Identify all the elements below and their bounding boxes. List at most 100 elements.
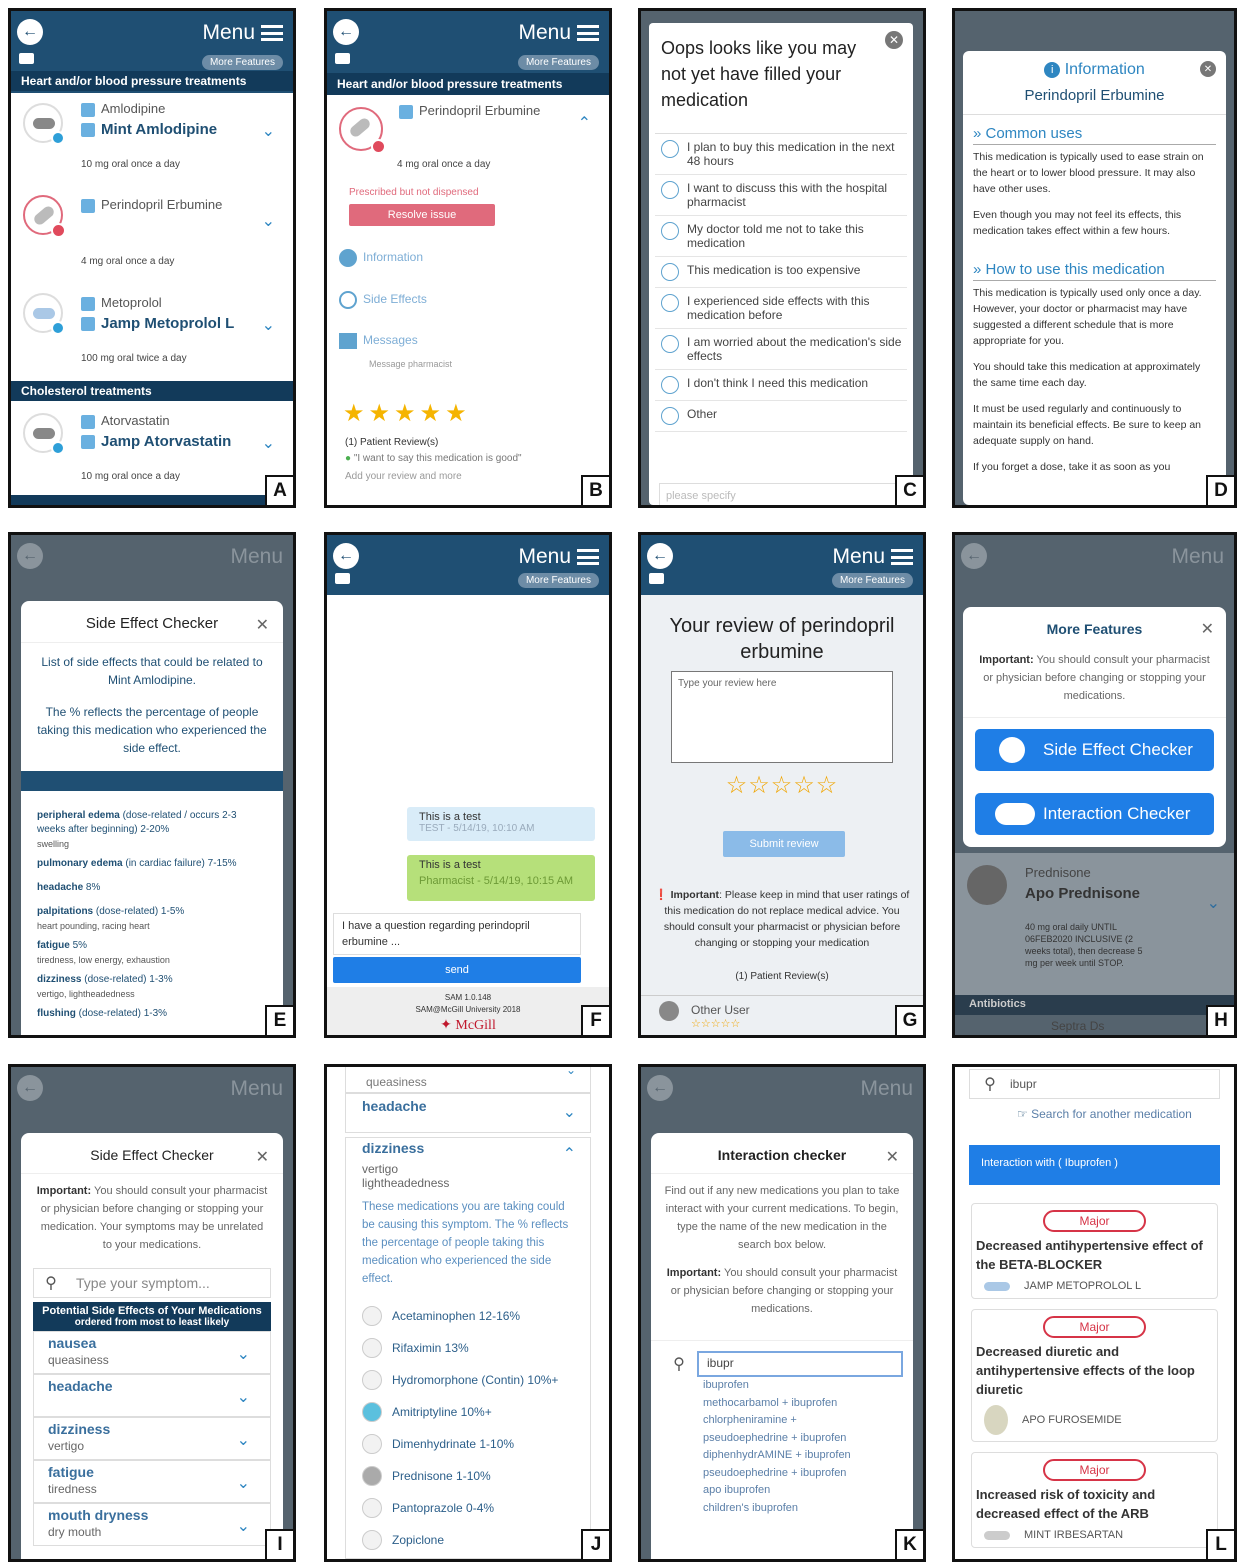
paragraph: Even though you may not feel its effects… bbox=[973, 209, 1182, 237]
interaction-list: Major Decreased antihypertensive effect … bbox=[971, 1203, 1218, 1558]
close-icon[interactable]: ✕ bbox=[1200, 61, 1216, 77]
panel-label: E bbox=[265, 1005, 293, 1035]
chevron-down-icon[interactable]: ⌄ bbox=[262, 433, 275, 453]
close-icon[interactable]: ✕ bbox=[886, 1147, 899, 1167]
close-icon[interactable]: ✕ bbox=[885, 31, 903, 49]
menu-button[interactable]: Menu bbox=[230, 545, 283, 569]
med-item[interactable]: Perindopril Erbumine bbox=[81, 197, 222, 213]
suggestion-item[interactable]: chlorpheniramine + pseudoephedrine + ibu… bbox=[697, 1412, 867, 1447]
close-icon[interactable]: ✕ bbox=[256, 1147, 269, 1167]
information-link[interactable]: Information bbox=[339, 249, 423, 267]
suggestion-item[interactable]: children's ibuprofen bbox=[697, 1500, 903, 1518]
modal-title: More Features bbox=[1046, 621, 1143, 637]
chevron-up-icon[interactable]: ⌃ bbox=[563, 1144, 576, 1164]
side-effect-row[interactable]: headache ⌄ bbox=[33, 1374, 271, 1417]
back-button[interactable]: ← bbox=[17, 1075, 43, 1101]
drug-name: MINT IRBESARTAN bbox=[1024, 1529, 1124, 1541]
review-textarea[interactable]: Type your review here bbox=[671, 671, 893, 763]
menu-button[interactable]: Menu bbox=[518, 21, 599, 45]
more-features-button[interactable]: More Features bbox=[517, 573, 599, 588]
suggestion-item[interactable]: pseudoephedrine + ibuprofen bbox=[697, 1465, 903, 1483]
more-features-button[interactable]: More Features bbox=[517, 55, 599, 70]
message-bubble: This is a test Pharmacist - 5/14/19, 10:1… bbox=[407, 855, 595, 901]
search-icon: ⚲ bbox=[673, 1356, 685, 1373]
chat-icon[interactable] bbox=[649, 573, 664, 584]
chevron-up-icon[interactable]: ⌃ bbox=[578, 113, 591, 133]
side-effect-checker-button[interactable]: Side Effect Checker bbox=[975, 729, 1214, 771]
radio-option[interactable]: Other bbox=[655, 401, 907, 432]
back-button[interactable]: ← bbox=[17, 543, 43, 569]
back-button[interactable]: ← bbox=[17, 19, 43, 45]
side-effects-link[interactable]: Side Effects bbox=[339, 291, 427, 309]
menu-button[interactable]: Menu bbox=[832, 545, 913, 569]
other-specify-input[interactable]: please specify bbox=[659, 483, 903, 505]
radio-option[interactable]: I want to discuss this with the hospital… bbox=[655, 175, 907, 216]
interaction-checker-button[interactable]: Interaction Checker bbox=[975, 793, 1214, 835]
side-effect-row[interactable]: fatigue tiredness ⌄ bbox=[33, 1460, 271, 1503]
messages-link[interactable]: Messages bbox=[339, 333, 418, 349]
search-input[interactable]: ibupr bbox=[1010, 1077, 1037, 1091]
synonym: vertigo bbox=[362, 1162, 399, 1176]
explanation: These medications you are taking could b… bbox=[362, 1201, 569, 1285]
menu-button[interactable]: Menu bbox=[202, 21, 283, 45]
chevron-down-icon[interactable]: ⌄ bbox=[262, 211, 275, 231]
med-item[interactable]: Atorvastatin Jamp Atorvastatin bbox=[81, 413, 231, 450]
resolve-issue-button[interactable]: Resolve issue bbox=[349, 204, 495, 226]
search-input[interactable]: ibupr bbox=[697, 1351, 903, 1377]
menu-button[interactable]: Menu bbox=[1171, 545, 1224, 569]
side-effect-row[interactable]: queasiness ⌄ bbox=[345, 1067, 591, 1093]
suggestion-item[interactable]: ibuprofen bbox=[697, 1377, 903, 1395]
chevron-down-icon[interactable]: ⌄ bbox=[1207, 893, 1220, 913]
severity-badge: Major bbox=[1043, 1210, 1146, 1232]
pill-icon bbox=[23, 103, 65, 145]
radio-option[interactable]: I don't think I need this medication bbox=[655, 370, 907, 401]
search-another-link[interactable]: ☞ Search for another medication bbox=[1017, 1107, 1192, 1121]
radio-option[interactable]: I experienced side effects with this med… bbox=[655, 288, 907, 329]
more-features-button[interactable]: More Features bbox=[201, 55, 283, 70]
back-button[interactable]: ← bbox=[647, 1075, 673, 1101]
suggestion-item[interactable]: methocarbamol + ibuprofen bbox=[697, 1395, 903, 1413]
app-header: ← Menu bbox=[955, 535, 1234, 595]
suggestion-item[interactable]: diphenhydrAMINE + ibuprofen bbox=[697, 1447, 903, 1465]
radio-option[interactable]: My doctor told me not to take this medic… bbox=[655, 216, 907, 257]
add-review-link[interactable]: Add your review and more bbox=[345, 471, 462, 482]
symptom-search[interactable]: ⚲ Type your symptom... bbox=[33, 1268, 271, 1298]
messages-label: Messages bbox=[363, 333, 418, 348]
pill-icon bbox=[23, 413, 65, 455]
radio-option[interactable]: I am worried about the medication's side… bbox=[655, 329, 907, 370]
submit-review-button[interactable]: Submit review bbox=[723, 831, 845, 857]
message-input[interactable]: I have a question regarding perindopril … bbox=[333, 913, 581, 955]
info-icon bbox=[339, 249, 357, 267]
chat-icon[interactable] bbox=[335, 573, 350, 584]
med-item[interactable]: Metoprolol Jamp Metoprolol L bbox=[81, 295, 234, 332]
more-features-button[interactable]: More Features bbox=[831, 573, 913, 588]
back-button[interactable]: ← bbox=[333, 19, 359, 45]
menu-button[interactable]: Menu bbox=[230, 1077, 283, 1101]
med-row: Rifaximin 13% bbox=[362, 1338, 574, 1358]
menu-button[interactable]: Menu bbox=[860, 1077, 913, 1101]
back-button[interactable]: ← bbox=[961, 543, 987, 569]
side-effect-row[interactable]: nausea queasiness ⌄ bbox=[33, 1331, 271, 1374]
side-effect-row[interactable]: mouth dryness dry mouth ⌄ bbox=[33, 1503, 271, 1546]
rating-stars[interactable]: ☆☆☆☆☆ bbox=[641, 771, 923, 800]
side-effect-row[interactable]: headache ⌄ bbox=[345, 1093, 591, 1133]
radio-option[interactable]: This medication is too expensive bbox=[655, 257, 907, 288]
side-effect-row[interactable]: dizziness vertigo ⌄ bbox=[33, 1417, 271, 1460]
copyright-text: SAM@McGill University 2018 bbox=[415, 1005, 521, 1014]
send-button[interactable]: send bbox=[333, 957, 581, 983]
panel-d: i Information Perindopril Erbumine ✕ » C… bbox=[952, 8, 1237, 508]
back-button[interactable]: ← bbox=[333, 543, 359, 569]
chat-icon[interactable] bbox=[19, 53, 34, 64]
med-item[interactable]: Amlodipine Mint Amlodipine bbox=[81, 101, 217, 138]
back-button[interactable]: ← bbox=[647, 543, 673, 569]
close-icon[interactable]: ✕ bbox=[1201, 619, 1214, 639]
radio-option[interactable]: I plan to buy this medication in the nex… bbox=[655, 134, 907, 175]
chevron-down-icon[interactable]: ⌄ bbox=[262, 315, 275, 335]
menu-button[interactable]: Menu bbox=[518, 545, 599, 569]
chevron-down-icon[interactable]: ⌄ bbox=[262, 121, 275, 141]
modal-title: Side Effect Checker bbox=[85, 615, 219, 632]
chat-icon[interactable] bbox=[335, 53, 350, 64]
suggestion-item[interactable]: apo ibuprofen bbox=[697, 1482, 903, 1500]
divider-bar bbox=[21, 771, 283, 791]
close-icon[interactable]: ✕ bbox=[256, 615, 269, 635]
